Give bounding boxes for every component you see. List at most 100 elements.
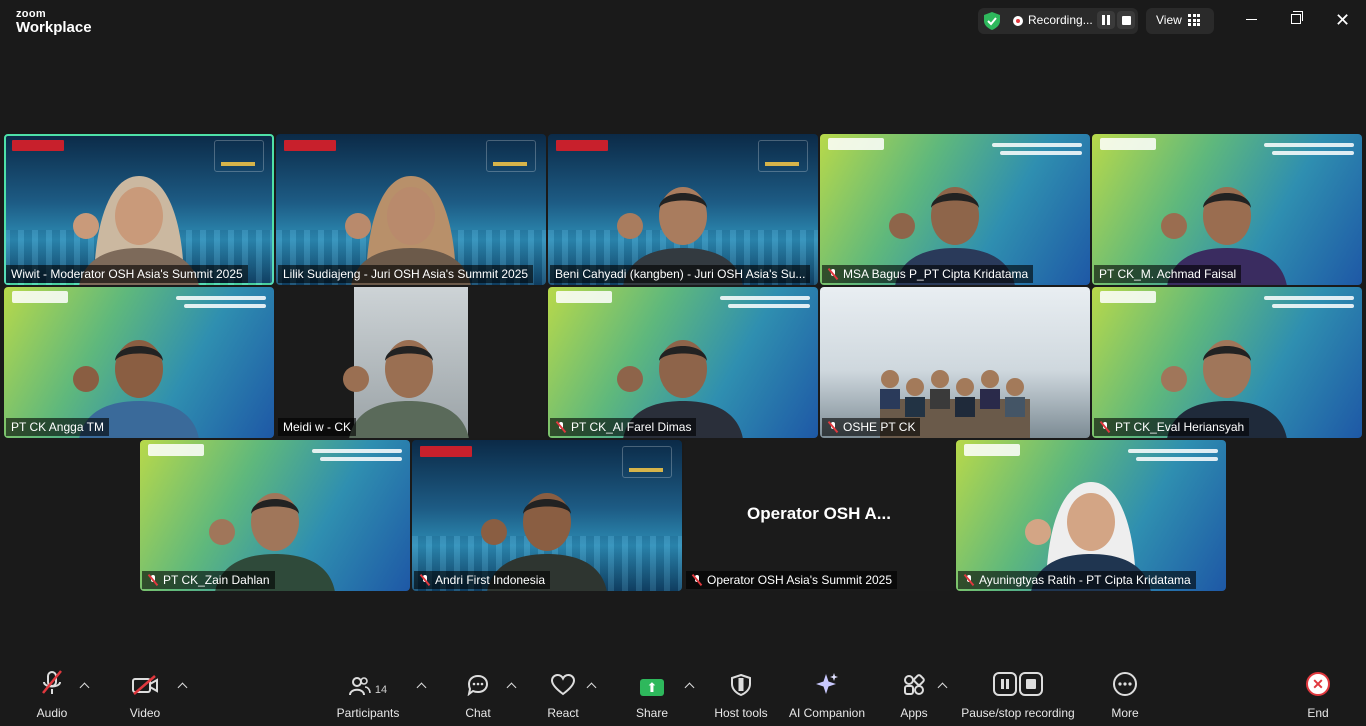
stop-icon xyxy=(1121,15,1131,25)
participant-name-tag: PT CK_Al Farel Dimas xyxy=(550,418,697,436)
participant-name: PT CK_Al Farel Dimas xyxy=(571,420,692,434)
participants-button[interactable]: 14 Participants xyxy=(336,664,400,726)
participant-name-tag: Lilik Sudiajeng - Juri OSH Asia's Summit… xyxy=(278,265,534,283)
osh-summit-logo xyxy=(486,140,536,172)
award-banner xyxy=(312,449,402,453)
more-icon xyxy=(1113,672,1137,696)
sponsor-logos xyxy=(148,444,204,456)
participant-video-tile[interactable]: Meidi w - CK xyxy=(276,287,546,438)
first-indonesia-logo xyxy=(420,446,472,457)
participant-name: Wiwit - Moderator OSH Asia's Summit 2025 xyxy=(11,267,243,281)
participant-name: Lilik Sudiajeng - Juri OSH Asia's Summit… xyxy=(283,267,529,281)
participant-video-tile[interactable]: PT CK_Zain Dahlan xyxy=(140,440,410,591)
award-banner xyxy=(176,296,266,300)
view-button[interactable]: View xyxy=(1156,13,1182,27)
host-tools-label: Host tools xyxy=(714,706,768,720)
award-banner xyxy=(1128,449,1218,453)
microphone-muted-icon xyxy=(827,421,839,433)
participant-video-tile[interactable]: PT CK_Eval Heriansyah xyxy=(1092,287,1362,438)
react-label: React xyxy=(547,706,579,720)
microphone-muted-icon xyxy=(147,574,159,586)
audio-options-chevron-icon[interactable] xyxy=(79,682,90,693)
participant-video-tile[interactable]: Ayuningtyas Ratih - PT Cipta Kridatama xyxy=(956,440,1226,591)
end-close-icon: ✕ xyxy=(1306,672,1330,696)
participant-video-tile[interactable]: MSA Bagus P_PT Cipta Kridatama xyxy=(820,134,1090,285)
end-meeting-button[interactable]: ✕ End xyxy=(1303,664,1333,726)
award-banner xyxy=(1264,296,1354,300)
participant-name-tag: PT CK_Eval Heriansyah xyxy=(1094,418,1250,436)
first-indonesia-logo xyxy=(556,140,608,151)
award-banner-line xyxy=(1272,304,1354,308)
camera-off-icon xyxy=(132,675,158,695)
video-options-chevron-icon[interactable] xyxy=(177,682,188,693)
host-tools-button[interactable]: Host tools xyxy=(712,664,770,726)
apps-options-chevron-icon[interactable] xyxy=(937,682,948,693)
award-banner-line xyxy=(1000,151,1082,155)
gallery-grid-icon[interactable] xyxy=(1188,14,1200,26)
participant-name: Meidi w - CK xyxy=(283,420,352,434)
participant-name: PT CK_M. Achmad Faisal xyxy=(1099,267,1237,281)
participant-video-tile[interactable]: PT CK_Al Farel Dimas xyxy=(548,287,818,438)
share-options-chevron-icon[interactable] xyxy=(684,682,695,693)
pause-stop-recording-button[interactable]: Pause/stop recording xyxy=(958,664,1078,726)
chat-options-chevron-icon[interactable] xyxy=(506,682,517,693)
chat-button[interactable]: Chat xyxy=(462,664,494,726)
osh-summit-logo xyxy=(622,446,672,478)
chat-icon xyxy=(467,674,489,696)
participant-name-tag: Meidi w - CK xyxy=(278,418,357,436)
participant-name: PT CK_Eval Heriansyah xyxy=(1115,420,1245,434)
more-button[interactable]: More xyxy=(1108,664,1142,726)
sponsor-logos xyxy=(1100,291,1156,303)
ai-companion-button[interactable]: AI Companion xyxy=(786,664,868,726)
video-button[interactable]: Video xyxy=(126,664,164,726)
participant-video-tile[interactable]: Lilik Sudiajeng - Juri OSH Asia's Summit… xyxy=(276,134,546,285)
share-screen-icon: ⬆ xyxy=(640,679,664,696)
award-banner xyxy=(1264,143,1354,147)
recording-indicator-icon xyxy=(1013,16,1023,26)
osh-summit-logo xyxy=(758,140,808,172)
participant-video-tile[interactable]: Beni Cahyadi (kangben) - Juri OSH Asia's… xyxy=(548,134,818,285)
title-bar: zoom Workplace Recording... View ✕ xyxy=(0,0,1366,44)
participant-video-tile[interactable]: OSHE PT CK xyxy=(820,287,1090,438)
participant-name: OSHE PT CK xyxy=(843,420,916,434)
sponsor-logos xyxy=(1100,138,1156,150)
ai-companion-label: AI Companion xyxy=(788,706,866,720)
participant-video-tile[interactable]: PT CK Angga TM xyxy=(4,287,274,438)
share-button[interactable]: ⬆ Share xyxy=(634,664,670,726)
microphone-muted-icon xyxy=(419,574,431,586)
participants-label: Participants xyxy=(336,706,400,720)
audio-button[interactable]: Audio xyxy=(34,664,70,726)
recording-status[interactable]: Recording... xyxy=(1028,13,1093,27)
app-title: Workplace xyxy=(16,19,92,36)
participant-name: PT CK_Zain Dahlan xyxy=(163,573,270,587)
participant-video-tile[interactable]: Operator OSH A... Operator OSH Asia's Su… xyxy=(684,440,954,591)
sponsor-logos xyxy=(964,444,1020,456)
encryption-shield-icon[interactable] xyxy=(984,12,1000,30)
react-button[interactable]: React xyxy=(546,664,580,726)
participant-name: Operator OSH Asia's Summit 2025 xyxy=(707,573,893,587)
participant-name-tag: PT CK_M. Achmad Faisal xyxy=(1094,265,1242,283)
participant-name-tag: PT CK Angga TM xyxy=(6,418,109,436)
stop-recording-button[interactable] xyxy=(1117,11,1135,29)
apps-label: Apps xyxy=(900,706,928,720)
participant-video-tile[interactable]: Wiwit - Moderator OSH Asia's Summit 2025 xyxy=(4,134,274,285)
apps-button[interactable]: Apps xyxy=(898,664,930,726)
participants-count: 14 xyxy=(374,684,388,696)
participants-options-chevron-icon[interactable] xyxy=(416,682,427,693)
close-window-button[interactable]: ✕ xyxy=(1335,11,1350,29)
participant-name: Ayuningtyas Ratih - PT Cipta Kridatama xyxy=(979,573,1191,587)
shield-icon xyxy=(731,674,751,696)
microphone-muted-icon xyxy=(555,421,567,433)
participant-name-tag: MSA Bagus P_PT Cipta Kridatama xyxy=(822,265,1034,283)
participant-video-tile[interactable]: Andri First Indonesia xyxy=(412,440,682,591)
restore-window-button[interactable] xyxy=(1291,11,1303,24)
react-options-chevron-icon[interactable] xyxy=(586,682,597,693)
award-banner-line xyxy=(320,457,402,461)
minimize-window-button[interactable] xyxy=(1246,19,1257,20)
microphone-muted-icon xyxy=(42,670,62,694)
participant-video-tile[interactable]: PT CK_M. Achmad Faisal xyxy=(1092,134,1362,285)
award-banner xyxy=(992,143,1082,147)
microphone-muted-icon xyxy=(963,574,975,586)
pause-recording-button[interactable] xyxy=(1097,11,1115,29)
participant-name-tag: PT CK_Zain Dahlan xyxy=(142,571,275,589)
